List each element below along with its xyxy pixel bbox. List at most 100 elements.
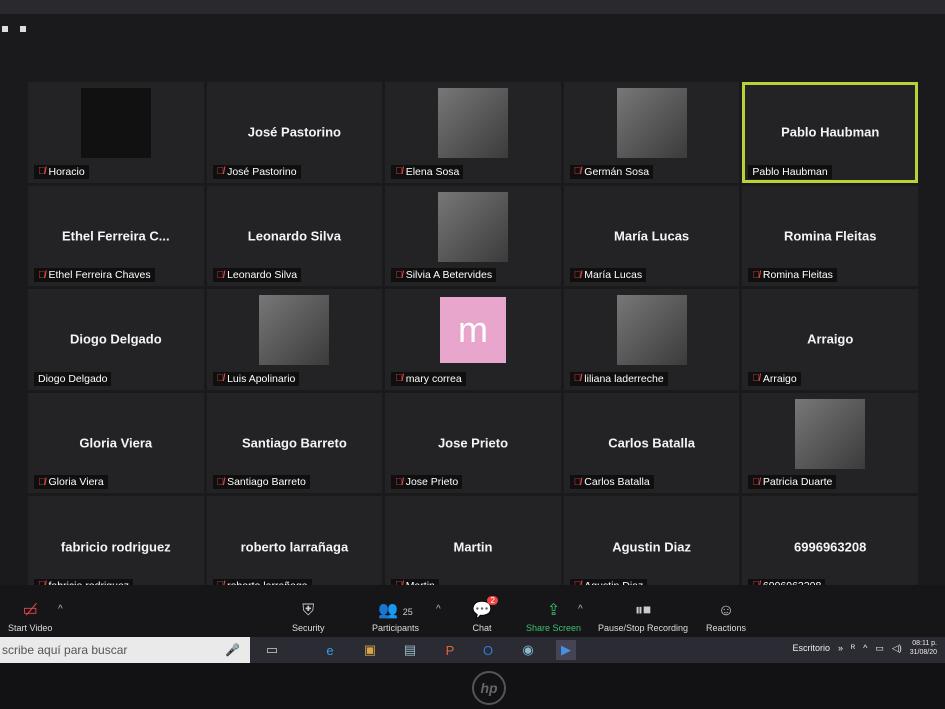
participants-count: 25	[402, 607, 413, 617]
participant-name: mary correa	[405, 372, 462, 385]
start-video-label: Start Video	[8, 623, 53, 633]
participant-name-label: 🎙̸ Carlos Batalla	[569, 475, 654, 490]
participant-name: José Pastorino	[227, 165, 297, 178]
participant-display-name: Jose Prieto	[437, 435, 509, 451]
participant-tile[interactable]: m 🎙̸ mary correa	[385, 289, 561, 390]
taskbar-clock[interactable]: 08:11 p. 31/08/20	[910, 639, 937, 657]
participant-video	[616, 88, 687, 158]
participant-name-label: 🎙̸ Patricia Duarte	[748, 475, 837, 490]
outlook-icon[interactable]: O	[478, 640, 498, 660]
participant-tile[interactable]: Arraigo 🎙̸ Arraigo	[742, 289, 918, 390]
muted-mic-icon: 🎙̸	[216, 373, 225, 385]
participants-label: Participants	[372, 623, 420, 633]
participant-video	[80, 88, 151, 158]
windows-taskbar: scribe aquí para buscar 🎤 ▭ e ▣ ▤ P O ◉ …	[0, 637, 945, 663]
muted-mic-icon: 🎙̸	[573, 166, 582, 178]
participant-display-name: José Pastorino	[247, 124, 341, 140]
powerpoint-icon[interactable]: P	[440, 640, 460, 660]
tray-up-icon[interactable]: ^	[863, 643, 867, 653]
participant-name: Leonardo Silva	[227, 269, 298, 282]
participant-name: Santiago Barreto	[227, 476, 306, 489]
store-icon[interactable]: ▣	[360, 640, 380, 660]
participants-caret-icon[interactable]: ^	[436, 604, 441, 615]
network-icon[interactable]: ▭	[875, 643, 884, 654]
participants-button[interactable]: 👥 25 Participants	[372, 600, 419, 633]
overflow-chevron-icon[interactable]: »	[838, 643, 843, 653]
participant-tile[interactable]: José Pastorino 🎙̸ José Pastorino	[206, 82, 383, 183]
participant-tile[interactable]: roberto larrañaga🎙̸roberto larrañaga	[206, 496, 383, 597]
chrome-icon[interactable]: ◉	[518, 640, 538, 660]
participant-name: Gloria Viera	[48, 476, 104, 489]
participant-name-label: 🎙̸ María Lucas	[569, 268, 647, 283]
participant-tile[interactable]: 6996963208🎙̸6996963208	[742, 496, 918, 597]
video-options-caret-icon[interactable]: ^	[58, 604, 63, 615]
participant-name: Germán Sosa	[584, 165, 650, 178]
participant-display-name: Arraigo	[807, 331, 854, 347]
muted-mic-icon: 🎙̸	[395, 476, 403, 488]
participant-name-label: 🎙̸ Arraigo	[748, 371, 801, 386]
taskbar-search-input[interactable]: scribe aquí para buscar 🎤	[0, 637, 250, 663]
participant-video	[616, 295, 687, 366]
participant-name-label: 🎙̸ liliana laderreche	[569, 371, 668, 386]
recording-button[interactable]: ⏸⏹ Pause/Stop Recording	[598, 602, 688, 633]
start-video-button[interactable]: ▭̸ Start Video	[8, 600, 52, 633]
participant-tile[interactable]: Jose Prieto 🎙̸ Jose Prieto	[385, 392, 561, 494]
share-screen-label: Share Screen	[526, 623, 582, 633]
task-view-icon[interactable]: ▭	[262, 640, 282, 660]
participant-display-name: roberto larrañaga	[240, 539, 349, 555]
zoom-app-icon[interactable]: ▶	[556, 640, 576, 660]
participant-tile[interactable]: Agustin Diaz🎙̸Agustin Diaz	[563, 496, 740, 597]
participant-video	[795, 398, 866, 469]
people-icon[interactable]: ᴿ	[851, 643, 855, 653]
reactions-button[interactable]: ☺ Reactions	[706, 602, 746, 633]
participant-display-name: Ethel Ferreira C...	[61, 228, 170, 244]
meeting-toolbar: ▭̸ Start Video ^ ⛨ Security 👥 25 Partici…	[0, 585, 945, 637]
participant-tile[interactable]: Romina Fleitas 🎙̸ Romina Fleitas	[742, 185, 918, 287]
participant-name-label: 🎙̸ Gloria Viera	[34, 475, 108, 490]
participant-name: Pablo Haubman	[752, 165, 828, 178]
clock-time: 08:11 p.	[912, 640, 937, 647]
participant-tile[interactable]: Santiago Barreto 🎙̸ Santiago Barreto	[206, 392, 383, 494]
participant-tile[interactable]: Diogo Delgado Diogo Delgado	[28, 289, 204, 390]
participant-tile[interactable]: Ethel Ferreira C... 🎙̸ Ethel Ferreira Chav…	[28, 185, 204, 287]
participant-name: liliana laderreche	[584, 372, 664, 385]
microphone-icon[interactable]: 🎤	[225, 637, 240, 663]
share-screen-button[interactable]: ⇪ Share Screen	[526, 600, 581, 633]
participant-tile[interactable]: fabricio rodriguez🎙̸fabricio rodriguez	[28, 496, 204, 597]
edge-icon[interactable]: e	[320, 640, 340, 660]
gallery-grid: 🎙̸ Horacio José Pastorino 🎙̸ José Pastorino 🎙…	[28, 82, 918, 597]
participant-tile[interactable]: Leonardo Silva 🎙̸ Leonardo Silva	[206, 185, 383, 287]
volume-icon[interactable]: ◁)	[892, 643, 902, 654]
chat-badge: 2	[487, 596, 498, 605]
video-off-icon: ▭̸	[22, 602, 38, 619]
participant-tile[interactable]: María Lucas 🎙̸ María Lucas	[563, 185, 740, 287]
participant-name-label: Pablo Haubman	[748, 164, 832, 179]
participant-tile[interactable]: Pablo Haubman Pablo Haubman	[742, 82, 918, 183]
participant-name-label: 🎙̸ Silvia A Betervides	[391, 268, 497, 283]
desktop-label[interactable]: Escritorio	[792, 643, 830, 653]
muted-mic-icon: 🎙̸	[573, 373, 582, 385]
participant-name: Ethel Ferreira Chaves	[48, 269, 151, 282]
participant-display-name: 6996963208	[794, 539, 867, 555]
chat-button[interactable]: 💬 2 Chat	[472, 596, 498, 633]
muted-mic-icon: 🎙̸	[216, 476, 225, 488]
participant-tile[interactable]: 🎙̸ Luis Apolinario	[206, 289, 383, 390]
participant-tile[interactable]: Martin🎙̸Martin	[385, 496, 561, 597]
security-button[interactable]: ⛨ Security	[292, 602, 325, 633]
share-caret-icon[interactable]: ^	[578, 604, 583, 615]
participant-tile[interactable]: Gloria Viera 🎙̸ Gloria Viera	[28, 392, 204, 494]
participant-display-name: Carlos Batalla	[608, 435, 695, 451]
participant-tile[interactable]: Carlos Batalla 🎙̸ Carlos Batalla	[563, 392, 740, 494]
participant-tile[interactable]: 🎙̸ Silvia A Betervides	[385, 185, 561, 287]
participant-tile[interactable]: 🎙̸ Germán Sosa	[563, 82, 740, 183]
participant-tile[interactable]: 🎙̸ Patricia Duarte	[742, 392, 918, 494]
participant-tile[interactable]: 🎙̸ Horacio	[28, 82, 204, 183]
participant-name: Elena Sosa	[405, 165, 460, 178]
hp-logo: hp	[472, 671, 506, 705]
participant-tile[interactable]: 🎙̸ liliana laderreche	[563, 289, 740, 390]
photos-icon[interactable]: ▤	[400, 640, 420, 660]
participant-display-name: Martin	[453, 539, 493, 555]
participant-tile[interactable]: 🎙̸ Elena Sosa	[385, 82, 561, 183]
participant-name-label: Diogo Delgado	[34, 371, 112, 386]
muted-mic-icon: 🎙̸	[395, 269, 403, 281]
